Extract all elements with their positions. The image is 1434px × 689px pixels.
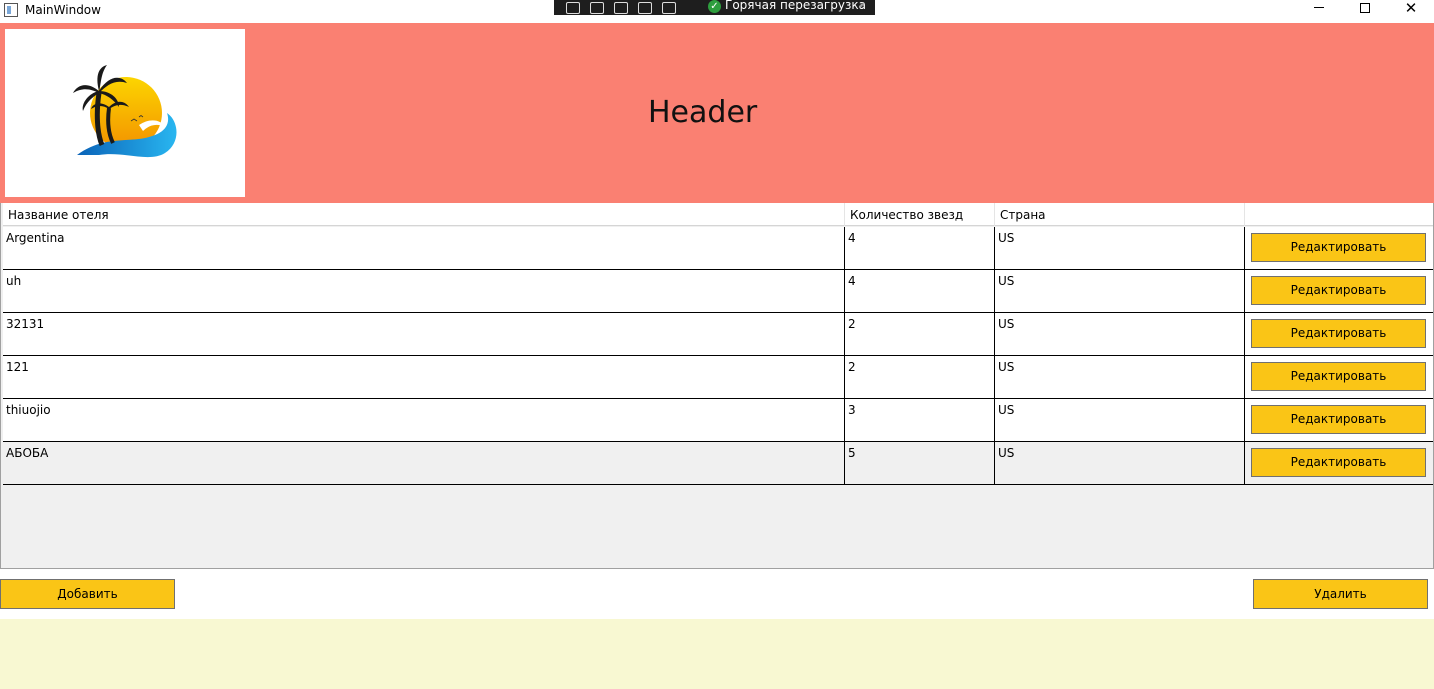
hot-reload-check-icon: ✓ [708, 0, 721, 13]
hotel-name-cell[interactable]: 32131 [3, 313, 845, 355]
table-row[interactable]: 32131 2 US Редактировать [3, 313, 1433, 356]
hotel-name-cell[interactable]: АБОБА [3, 442, 845, 484]
hotel-name-cell[interactable]: uh [3, 270, 845, 312]
edit-button[interactable]: Редактировать [1251, 405, 1426, 434]
palm-sun-wave-logo-icon [73, 65, 177, 158]
column-header-actions [1245, 203, 1433, 226]
edit-button[interactable]: Редактировать [1251, 233, 1426, 262]
table-row[interactable]: Argentina 4 US Редактировать [3, 227, 1433, 270]
action-cell: Редактировать [1245, 313, 1433, 355]
stars-cell[interactable]: 3 [845, 399, 995, 441]
close-icon: ✕ [1404, 0, 1418, 17]
stars-cell[interactable]: 2 [845, 356, 995, 398]
column-header-hotel-name[interactable]: Название отеля [3, 203, 845, 226]
action-cell: Редактировать [1245, 227, 1433, 269]
grid-rows: Argentina 4 US Редактировать uh 4 US Ред… [3, 227, 1433, 485]
accessibility-icon[interactable] [662, 1, 676, 14]
xaml-debug-toolbar: ✓ Горячая перезагрузка ‹ [554, 0, 875, 15]
column-header-stars[interactable]: Количество звезд [845, 203, 995, 226]
hotel-name-cell[interactable]: 121 [3, 356, 845, 398]
table-row[interactable]: АБОБА 5 US Редактировать [3, 442, 1433, 485]
stars-cell[interactable]: 5 [845, 442, 995, 484]
window-title-bar: MainWindow ✓ Горячая перезагрузка ‹ ✕ [0, 0, 1434, 23]
hotels-data-grid[interactable]: Название отеля Количество звезд Страна A… [0, 203, 1434, 569]
close-button[interactable]: ✕ [1388, 0, 1434, 16]
minimize-button[interactable] [1296, 0, 1342, 16]
track-focus-icon[interactable] [614, 1, 628, 14]
footer-panel [0, 619, 1434, 689]
edit-button[interactable]: Редактировать [1251, 448, 1426, 477]
header-title: Header [648, 95, 758, 130]
minimize-icon [1314, 7, 1324, 8]
edit-button[interactable]: Редактировать [1251, 362, 1426, 391]
logo-image [5, 29, 245, 197]
stars-cell[interactable]: 2 [845, 313, 995, 355]
hot-reload-label[interactable]: Горячая перезагрузка [725, 0, 866, 12]
maximize-button[interactable] [1342, 0, 1388, 16]
action-cell: Редактировать [1245, 270, 1433, 312]
binding-failures-icon[interactable] [638, 1, 652, 14]
display-layout-adorners-icon[interactable] [590, 1, 604, 14]
hotel-name-cell[interactable]: thiuojio [3, 399, 845, 441]
action-cell: Редактировать [1245, 399, 1433, 441]
add-button[interactable]: Добавить [0, 579, 175, 609]
stars-cell[interactable]: 4 [845, 270, 995, 312]
window-title: MainWindow [25, 3, 101, 17]
hotel-name-cell[interactable]: Argentina [3, 227, 845, 269]
country-cell[interactable]: US [995, 227, 1245, 269]
edit-button[interactable]: Редактировать [1251, 319, 1426, 348]
stars-cell[interactable]: 4 [845, 227, 995, 269]
edit-button[interactable]: Редактировать [1251, 276, 1426, 305]
country-cell[interactable]: US [995, 356, 1245, 398]
action-cell: Редактировать [1245, 442, 1433, 484]
country-cell[interactable]: US [995, 270, 1245, 312]
action-cell: Редактировать [1245, 356, 1433, 398]
collapse-toolbar-icon[interactable]: ‹ [859, 0, 864, 12]
table-row[interactable]: 121 2 US Редактировать [3, 356, 1433, 399]
app-window-icon [4, 3, 18, 17]
country-cell[interactable]: US [995, 399, 1245, 441]
grid-header-row: Название отеля Количество звезд Страна [3, 203, 1433, 226]
table-row[interactable]: thiuojio 3 US Редактировать [3, 399, 1433, 442]
country-cell[interactable]: US [995, 442, 1245, 484]
delete-button[interactable]: Удалить [1253, 579, 1428, 609]
column-header-country[interactable]: Страна [995, 203, 1245, 226]
table-row[interactable]: uh 4 US Редактировать [3, 270, 1433, 313]
header-banner: Header [0, 23, 1434, 203]
country-cell[interactable]: US [995, 313, 1245, 355]
select-element-icon[interactable] [566, 1, 580, 14]
maximize-icon [1360, 3, 1370, 13]
